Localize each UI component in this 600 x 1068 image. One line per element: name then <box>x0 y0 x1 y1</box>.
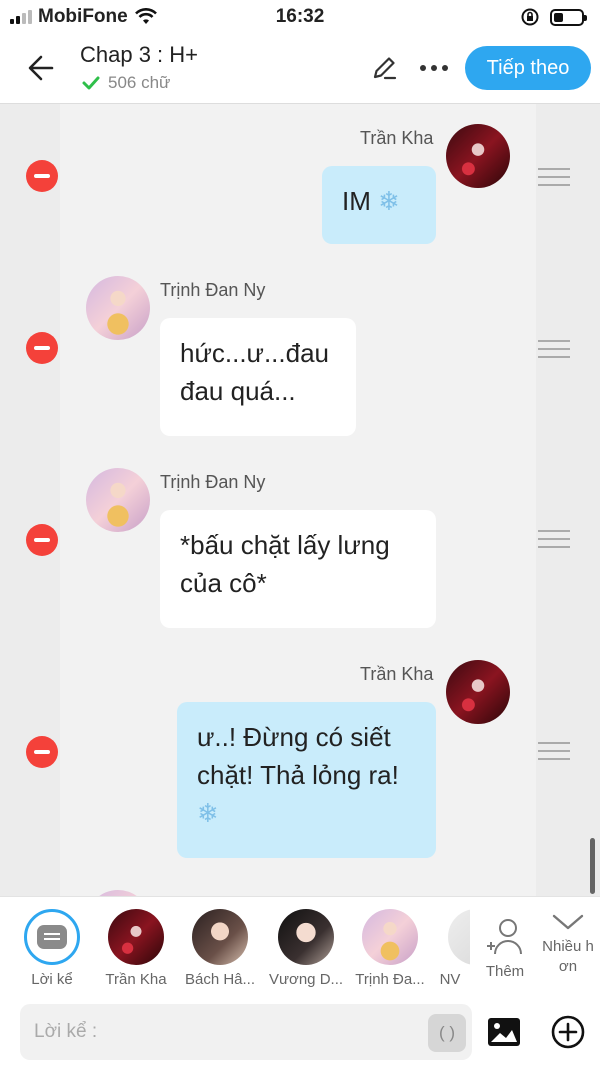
avatar <box>192 909 248 965</box>
character-nv[interactable]: NV <box>430 909 470 988</box>
status-bar: MobiFone 16:32 <box>0 0 600 34</box>
delete-message-button[interactable] <box>26 524 58 556</box>
message-bubble[interactable]: IM ❄ <box>322 166 436 244</box>
narration-input[interactable] <box>20 1004 472 1060</box>
character-label: Vương D... <box>268 971 344 988</box>
add-character-button[interactable]: Thêm <box>478 918 532 980</box>
delete-message-button[interactable] <box>26 736 58 768</box>
word-count: 506 chữ <box>80 72 170 94</box>
message-text-line: ư..! Đừng có siết <box>197 722 391 752</box>
avatar[interactable] <box>446 124 510 188</box>
add-character-label: Thêm <box>485 963 525 980</box>
message-text: IM <box>342 186 371 216</box>
message-bubble[interactable]: ư..! Đừng có siết chặt! Thả lỏng ra! ❄ <box>177 702 436 858</box>
battery-icon <box>550 8 587 26</box>
more-characters-button[interactable]: Nhiều h ơn <box>536 912 600 977</box>
snowflake-icon: ❄ <box>378 186 400 216</box>
avatar <box>362 909 418 965</box>
chevron-down-icon <box>552 914 584 930</box>
avatar[interactable] <box>86 276 150 340</box>
avatar[interactable] <box>446 660 510 724</box>
snowflake-icon: ❄ <box>197 798 219 828</box>
drag-handle-icon[interactable] <box>538 742 570 760</box>
input-bar: ( ) <box>0 990 600 1068</box>
character-narrator[interactable]: Lời kể <box>12 909 92 988</box>
character-label: NV <box>439 971 461 988</box>
message-text-line: đau quá... <box>180 376 296 406</box>
message-bubble[interactable]: *bấu chặt lấy lưng của cô* <box>160 510 436 628</box>
image-icon[interactable] <box>486 1014 522 1050</box>
character-label: Lời kể <box>31 971 73 988</box>
character-vuong-d[interactable]: Vương D... <box>266 909 346 988</box>
status-time: 16:32 <box>275 6 325 27</box>
character-label: Trịnh Đa... <box>355 971 425 988</box>
next-button[interactable]: Tiếp theo <box>465 46 591 90</box>
delete-message-button[interactable] <box>26 332 58 364</box>
avatar[interactable] <box>86 468 150 532</box>
sender-name: Trịnh Đan Ny <box>160 280 266 300</box>
narration-icon <box>37 925 67 949</box>
message-text-line: của cô* <box>180 568 267 598</box>
add-person-icon <box>487 919 522 955</box>
avatar <box>278 909 334 965</box>
character-bach-ha[interactable]: Bách Hâ... <box>180 909 260 988</box>
drag-handle-icon[interactable] <box>538 168 570 186</box>
message-bubble[interactable]: hức...ư...đau đau quá... <box>160 318 356 436</box>
word-count-text: 506 chữ <box>108 73 171 92</box>
avatar <box>448 909 470 965</box>
app-header: Chap 3 : H+ 506 chữ Tiếp theo <box>0 34 600 104</box>
back-arrow-icon[interactable] <box>22 48 62 88</box>
chat-area: Trần Kha IM ❄ Trịnh Đan Ny hức...ư...đau… <box>0 104 600 896</box>
plus-circle-icon[interactable] <box>550 1014 586 1050</box>
more-characters-label-line: Nhiều h <box>542 938 594 955</box>
orientation-lock-icon <box>521 8 539 26</box>
chapter-title: Chap 3 : H+ <box>80 42 199 67</box>
drag-handle-icon[interactable] <box>538 530 570 548</box>
sender-name: Trịnh Đan Ny <box>160 472 266 492</box>
more-characters-label-line: ơn <box>558 958 578 975</box>
sender-name: Trần Kha <box>360 664 434 684</box>
checkmark-icon <box>82 76 100 90</box>
sender-name: Trần Kha <box>360 128 434 148</box>
pencil-icon[interactable] <box>368 52 400 84</box>
character-tran-kha[interactable]: Trần Kha <box>96 909 176 988</box>
message-text-line: hức...ư...đau <box>180 338 329 368</box>
delete-message-button[interactable] <box>26 160 58 192</box>
character-trinh-dan-ny[interactable]: Trịnh Đa... <box>350 909 430 988</box>
drag-handle-icon[interactable] <box>538 340 570 358</box>
avatar <box>108 909 164 965</box>
message-text-line: chặt! Thả lỏng ra! <box>197 760 399 790</box>
character-label: Bách Hâ... <box>184 971 256 988</box>
more-options-icon[interactable] <box>414 52 454 84</box>
scrollbar[interactable] <box>590 838 595 894</box>
message-text-line: *bấu chặt lấy lưng <box>180 530 390 560</box>
character-label: Trần Kha <box>105 971 167 988</box>
parenthesis-button[interactable]: ( ) <box>428 1014 466 1052</box>
